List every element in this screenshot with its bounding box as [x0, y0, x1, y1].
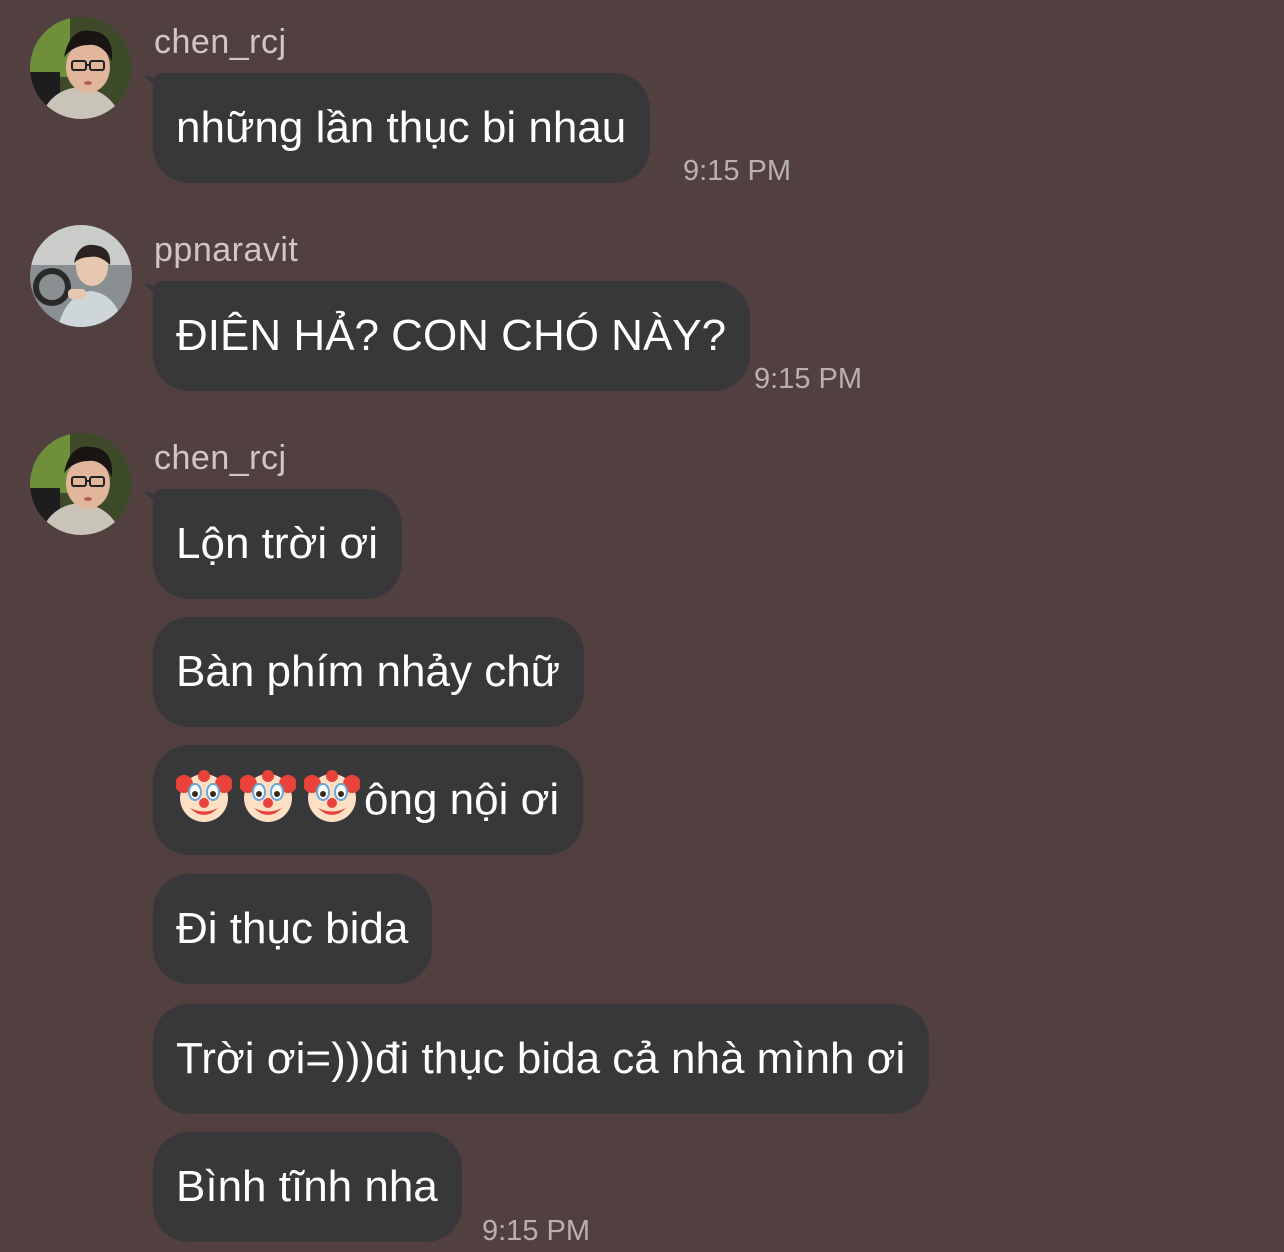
message-bubble[interactable]: những lần thục bi nhau [153, 73, 651, 183]
sender-name[interactable]: chen_rcj [154, 22, 287, 62]
message-timestamp: 9:15 PM [683, 155, 791, 187]
message-text: Lộn trời ơi [176, 519, 378, 568]
message-bubble[interactable]: Trời ơi=)))đi thục bida cả nhà mình ơi [153, 1004, 930, 1114]
message-bubble[interactable]: Bàn phím nhảy chữ [153, 617, 585, 727]
message-text: Đi thục bida [176, 904, 409, 953]
sender-name[interactable]: ppnaravit [154, 230, 298, 270]
avatar[interactable] [30, 433, 132, 535]
message-bubble[interactable]: ĐIÊN HẢ? CON CHÓ NÀY? [153, 281, 751, 391]
message-text: Bình tĩnh nha [176, 1162, 438, 1211]
message-bubble[interactable]: Lộn trời ơi [153, 489, 402, 599]
message-bubble[interactable]: Đi thục bida [153, 874, 433, 984]
clown-face-emoji [304, 768, 360, 824]
message-text: ông nội ơi [364, 775, 560, 824]
message-text: Trời ơi=)))đi thục bida cả nhà mình ơi [176, 1034, 906, 1083]
message-timestamp: 9:15 PM [754, 363, 862, 395]
clown-face-emoji [176, 768, 232, 824]
message-bubble[interactable]: Bình tĩnh nha [153, 1132, 462, 1242]
message-timestamp: 9:15 PM [482, 1215, 590, 1247]
message-bubble[interactable]: ông nội ơi [153, 745, 584, 855]
clown-face-emoji [240, 768, 296, 824]
avatar[interactable] [30, 17, 132, 119]
message-text: Bàn phím nhảy chữ [176, 647, 561, 696]
message-text: những lần thục bi nhau [176, 103, 627, 152]
avatar[interactable] [30, 225, 132, 327]
sender-name[interactable]: chen_rcj [154, 438, 287, 478]
message-text: ĐIÊN HẢ? CON CHÓ NÀY? [176, 311, 727, 360]
